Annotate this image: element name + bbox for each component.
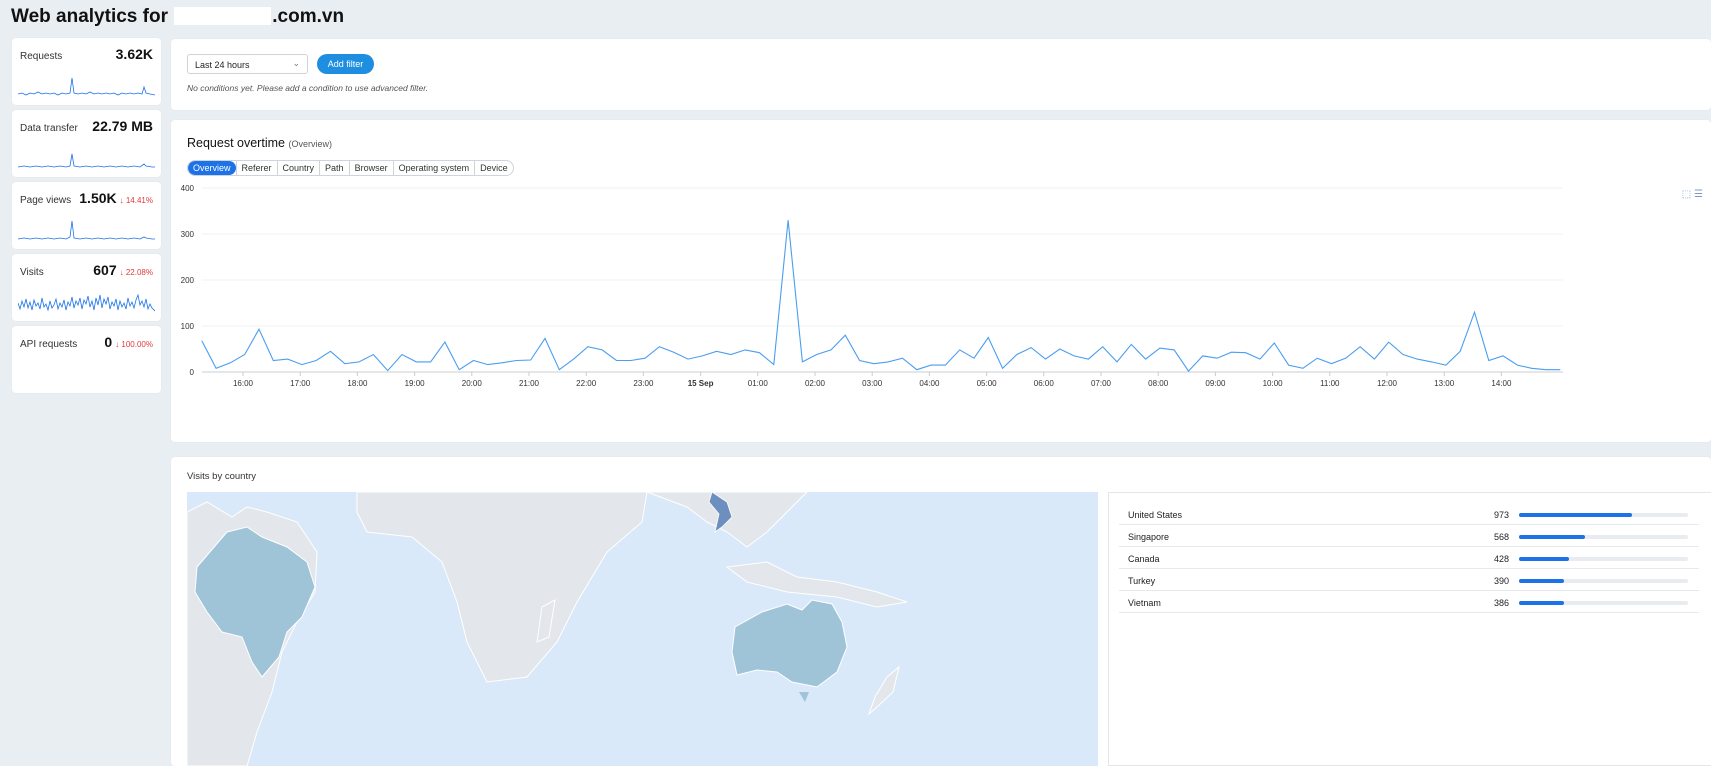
country-name: United States [1128, 510, 1183, 520]
map-new-zealand [867, 665, 900, 716]
country-bar-fill [1519, 601, 1564, 605]
redacted-domain [174, 7, 272, 25]
metric-label: Page views [20, 195, 72, 206]
metric-sparkline [18, 153, 155, 168]
x-tick-label: 21:00 [519, 379, 540, 388]
x-tick-label: 07:00 [1091, 379, 1112, 388]
page-title: Web analytics for .com.vn [11, 6, 344, 28]
series-line [201, 220, 1561, 372]
map-indonesia [725, 561, 908, 608]
y-tick-label: 100 [181, 322, 195, 331]
x-tick-label: 22:00 [576, 379, 597, 388]
country-name: Vietnam [1128, 598, 1161, 608]
time-range-select[interactable]: Last 24 hours ⌄ [187, 54, 308, 74]
country-visits: 390 [1493, 576, 1509, 586]
x-tick-label: 09:00 [1205, 379, 1226, 388]
country-bar-fill [1519, 535, 1586, 539]
x-tick-label: 14:00 [1491, 379, 1512, 388]
page-title-suffix: .com.vn [272, 6, 345, 27]
filter-panel: Last 24 hours ⌄ Add filter No conditions … [171, 39, 1711, 110]
metric-delta: ↓ 14.41% [119, 196, 153, 205]
x-tick-label: 04:00 [919, 379, 940, 388]
country-bar [1519, 513, 1688, 517]
x-tick-label: 13:00 [1434, 379, 1455, 388]
list-item[interactable]: Vietnam 386 [1119, 590, 1699, 613]
x-tick-label: 11:00 [1320, 379, 1340, 388]
request-line-chart: 0 100 200 300 400 16:00 17:00 18:00 19:00 20:00 21… [181, 184, 1563, 388]
country-bar-fill [1519, 513, 1633, 517]
metric-label: Requests [20, 51, 63, 62]
list-item[interactable]: Turkey 390 [1119, 568, 1699, 591]
metric-card-visits[interactable]: Visits 607 ↓ 22.08% [12, 254, 161, 321]
metric-card-api-requests[interactable]: API requests 0 ↓ 100.00% [12, 326, 161, 393]
chevron-down-icon: ⌄ [292, 58, 300, 68]
metric-sparkline [18, 293, 155, 312]
x-tick-label: 03:00 [862, 379, 883, 388]
y-tick-label: 400 [181, 184, 195, 193]
map-africa [356, 492, 648, 683]
country-name: Singapore [1128, 532, 1170, 542]
y-tick-label: 300 [181, 230, 195, 239]
country-bar [1519, 557, 1688, 561]
metric-value: 22.79 MB [92, 118, 153, 134]
country-bar [1519, 579, 1688, 583]
x-tick-label: 06:00 [1034, 379, 1055, 388]
metric-label: Data transfer [20, 123, 78, 134]
map-title: Visits by country [187, 471, 256, 482]
metric-card-requests[interactable]: Requests 3.62K [12, 38, 161, 105]
list-item[interactable]: Singapore 568 [1119, 524, 1699, 547]
metric-label: API requests [20, 339, 78, 350]
country-bar-fill [1519, 557, 1569, 561]
x-tick-label: 10:00 [1263, 379, 1284, 388]
country-visits: 428 [1493, 554, 1509, 564]
metric-sparkline [18, 220, 155, 240]
country-visits: 568 [1493, 532, 1509, 542]
country-visits: 386 [1493, 598, 1509, 608]
list-item[interactable]: United States 973 [1119, 502, 1699, 525]
metric-value: 1.50K ↓ 14.41% [79, 190, 153, 206]
country-bar-fill [1519, 579, 1565, 583]
x-tick-label: 20:00 [462, 379, 483, 388]
x-tick-label: 17:00 [290, 379, 311, 388]
no-conditions-text: No conditions yet. Please add a conditio… [187, 83, 429, 93]
x-tick-label: 18:00 [347, 379, 368, 388]
metric-delta: ↓ 100.00% [115, 340, 153, 349]
x-tick-label: 01:00 [748, 379, 769, 388]
metric-sparkline [18, 77, 155, 96]
country-bar [1519, 601, 1688, 605]
metric-value: 3.62K [115, 46, 153, 62]
x-tick-label: 12:00 [1377, 379, 1398, 388]
page-title-prefix: Web analytics for [11, 6, 168, 27]
country-name: Turkey [1128, 576, 1156, 586]
y-tick-label: 200 [181, 276, 195, 285]
x-tick-label: 16:00 [233, 379, 254, 388]
world-map-svg [187, 492, 908, 766]
x-tick-label: 23:00 [633, 379, 654, 388]
country-name: Canada [1128, 554, 1160, 564]
country-list: United States 973 Singapore 568 Canada 4… [1108, 492, 1711, 766]
metric-delta: ↓ 22.08% [119, 268, 153, 277]
list-item[interactable]: Canada 428 [1119, 546, 1699, 569]
world-map[interactable] [187, 492, 1098, 766]
metric-value: 607 ↓ 22.08% [93, 262, 153, 278]
add-filter-button[interactable]: Add filter [317, 54, 374, 74]
metric-value: 0 ↓ 100.00% [104, 334, 153, 350]
request-overtime-panel: Request overtime (Overview) Overview Ref… [171, 120, 1711, 442]
metric-card-data-transfer[interactable]: Data transfer 22.79 MB [12, 110, 161, 177]
y-tick-label: 0 [190, 368, 195, 377]
x-tick-label: 15 Sep [688, 379, 714, 388]
map-australia[interactable] [731, 599, 848, 688]
visits-by-country-panel: Visits by country United States 973 Sing… [171, 457, 1711, 766]
metric-card-page-views[interactable]: Page views 1.50K ↓ 14.41% [12, 182, 161, 249]
map-tasmania [799, 692, 809, 702]
metric-label: Visits [20, 267, 44, 278]
country-visits: 973 [1493, 510, 1509, 520]
country-bar [1519, 535, 1688, 539]
x-tick-label: 19:00 [405, 379, 426, 388]
x-tick-label: 08:00 [1148, 379, 1169, 388]
x-tick-label: 02:00 [805, 379, 826, 388]
x-tick-label: 05:00 [977, 379, 998, 388]
